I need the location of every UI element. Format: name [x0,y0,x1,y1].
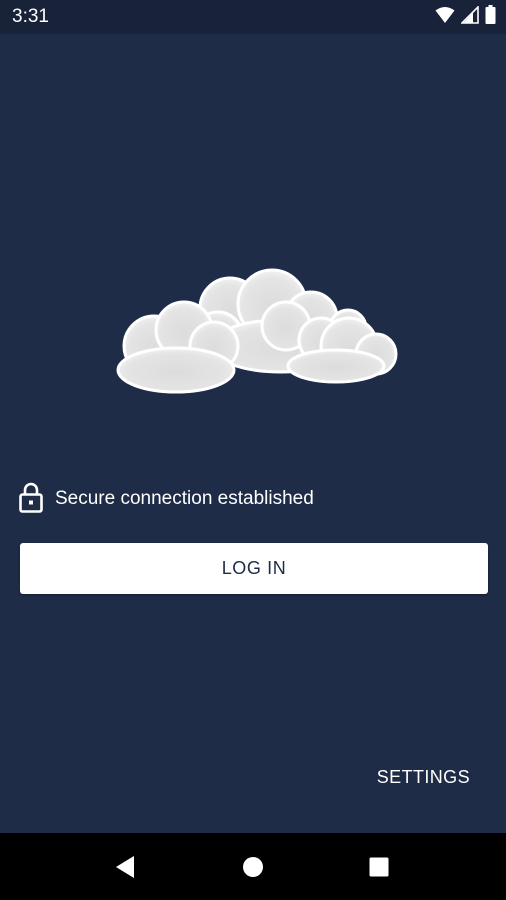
lock-icon [19,481,43,518]
recents-icon[interactable] [361,849,397,885]
secure-connection-status: Secure connection established [19,482,314,516]
battery-icon [485,5,496,29]
login-screen: 3:31 Secure connection established LOG I… [0,0,506,900]
status-icons [435,4,496,29]
navigation-bar [0,833,506,900]
login-button[interactable]: LOG IN [20,543,488,594]
wifi-icon [435,6,455,29]
status-time: 3:31 [12,6,49,27]
cellular-signal-icon [460,4,479,29]
home-icon[interactable] [235,849,271,885]
secure-status-text: Secure connection established [55,488,314,509]
cloud-logo-icon [106,268,402,404]
back-icon[interactable] [107,849,143,885]
settings-button[interactable]: SETTINGS [377,762,470,792]
status-bar: 3:31 [0,0,506,34]
